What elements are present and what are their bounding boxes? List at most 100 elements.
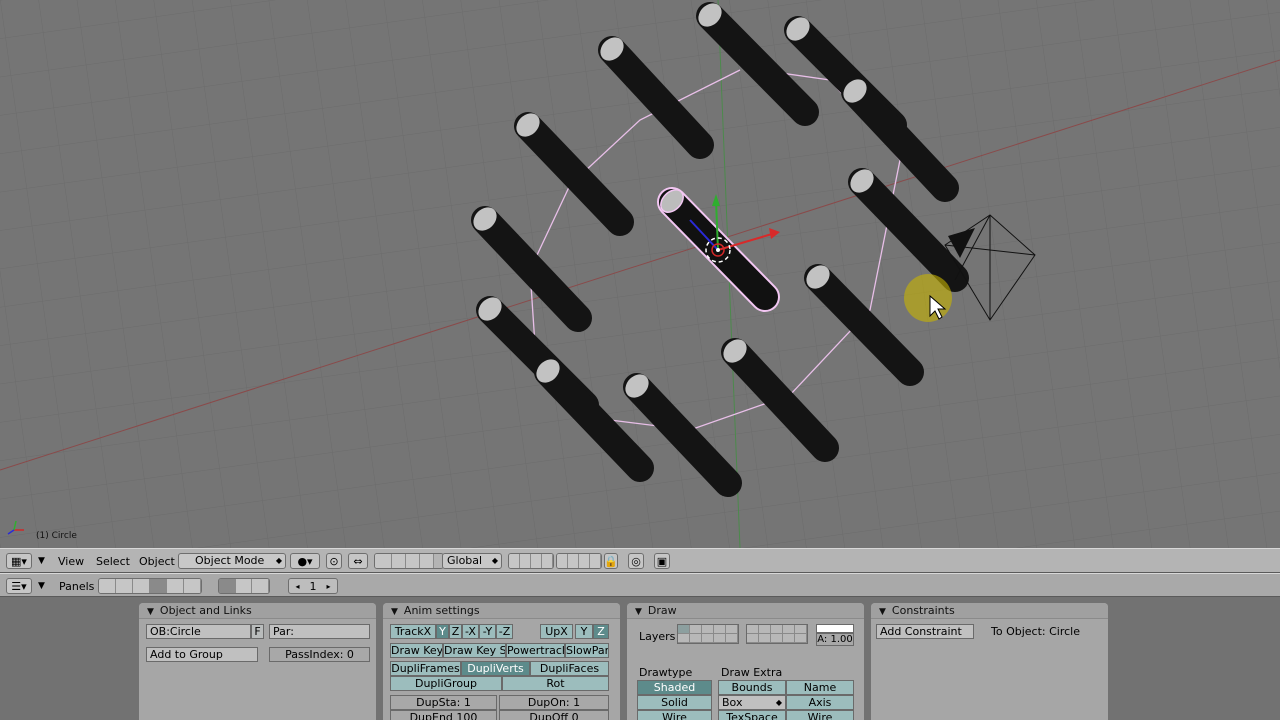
lock-icon[interactable]: 🔒: [604, 553, 618, 569]
add-constraint-button[interactable]: Add Constraint: [876, 624, 974, 639]
draw-key-sel-button[interactable]: Draw Key S: [443, 643, 506, 658]
up-axis-z[interactable]: Z: [593, 624, 609, 639]
layer-cell[interactable]: [783, 625, 795, 634]
layer-cell[interactable]: [726, 634, 738, 643]
mode-select[interactable]: Object Mode ◆: [178, 553, 286, 569]
layer-cell[interactable]: [690, 625, 702, 634]
wire-extra-button[interactable]: Wire: [786, 710, 854, 720]
track-axis-neg-y[interactable]: -Y: [479, 624, 496, 639]
dupli-rot-button[interactable]: Rot: [502, 676, 609, 691]
up-axis-x[interactable]: UpX: [540, 624, 573, 639]
sub-context-buttons[interactable]: [218, 578, 270, 594]
dupli-verts-button[interactable]: DupliVerts: [461, 661, 530, 676]
alpha-field[interactable]: A: 1.00: [816, 633, 854, 646]
editor-type-grid-icon[interactable]: ▦▾: [6, 553, 32, 569]
dupli-faces-button[interactable]: DupliFaces: [530, 661, 609, 676]
decrement-arrow-icon[interactable]: ◂: [295, 582, 299, 591]
layer-cell[interactable]: [747, 634, 759, 643]
panel-collapse-icon[interactable]: ▼: [635, 607, 642, 617]
layer-buttons-a[interactable]: [508, 553, 554, 569]
increment-arrow-icon[interactable]: ▸: [327, 582, 331, 591]
frame-number-field[interactable]: ◂ 1 ▸: [288, 578, 338, 594]
up-axis-y[interactable]: Y: [575, 624, 593, 639]
dup-sta-field[interactable]: DupSta: 1: [390, 695, 497, 710]
object-layers-b[interactable]: [746, 624, 808, 644]
logic-icon[interactable]: [99, 579, 116, 593]
layer-button[interactable]: [520, 554, 531, 568]
track-axis-z[interactable]: Z: [449, 624, 462, 639]
editor-type-buttons-icon[interactable]: ☰▾: [6, 578, 32, 594]
menu-view[interactable]: View: [58, 554, 84, 569]
track-axis-y[interactable]: Y: [436, 624, 449, 639]
rotate-icon[interactable]: [406, 554, 420, 568]
view-proportional-icon[interactable]: ◎: [628, 553, 644, 569]
layer-button[interactable]: [531, 554, 542, 568]
dupli-frames-button[interactable]: DupliFrames: [390, 661, 461, 676]
layer-cell[interactable]: [795, 634, 807, 643]
physics-icon[interactable]: [235, 579, 253, 593]
panel-header[interactable]: ▼ Constraints: [871, 603, 1108, 619]
bounds-button[interactable]: Bounds: [718, 680, 786, 695]
object-name-field[interactable]: OB:Circle: [146, 624, 251, 639]
layer-cell[interactable]: [783, 634, 795, 643]
editing-icon[interactable]: [167, 579, 184, 593]
layer-cell[interactable]: [759, 625, 771, 634]
scene-icon[interactable]: [184, 579, 201, 593]
track-axis-x[interactable]: TrackX: [390, 624, 436, 639]
layer-button[interactable]: [542, 554, 553, 568]
drawtype-solid[interactable]: Solid: [637, 695, 712, 710]
parent-field[interactable]: Par:: [269, 624, 370, 639]
layer-cell[interactable]: [678, 625, 690, 634]
layer-button[interactable]: [590, 554, 601, 568]
panel-header[interactable]: ▼ Object and Links: [139, 603, 376, 619]
3d-viewport[interactable]: (1) Circle: [0, 0, 1280, 548]
bounds-type-select[interactable]: Box ◆: [718, 695, 786, 710]
dup-off-field[interactable]: DupOff 0: [499, 710, 609, 720]
drawtype-wire[interactable]: Wire: [637, 710, 712, 720]
layer-cell[interactable]: [690, 634, 702, 643]
layer-cell[interactable]: [714, 634, 726, 643]
add-to-group-button[interactable]: Add to Group: [146, 647, 258, 662]
object-layers-a[interactable]: [677, 624, 739, 644]
shading-icon[interactable]: [133, 579, 150, 593]
snap-icon[interactable]: ⇔: [348, 553, 368, 569]
texspace-button[interactable]: TexSpace: [718, 710, 786, 720]
menu-select[interactable]: Select: [96, 554, 130, 569]
translate-icon[interactable]: [392, 554, 406, 568]
object-sub-icon[interactable]: [219, 579, 236, 593]
name-button[interactable]: Name: [786, 680, 854, 695]
pivot-icon[interactable]: ⊙: [326, 553, 342, 569]
menu-object[interactable]: Object: [139, 554, 175, 569]
layer-button[interactable]: [579, 554, 590, 568]
layer-cell[interactable]: [759, 634, 771, 643]
layer-cell[interactable]: [771, 634, 783, 643]
object-color-swatch[interactable]: [816, 624, 854, 633]
track-axis-neg-z[interactable]: -Z: [496, 624, 513, 639]
panel-collapse-icon[interactable]: ▼: [147, 607, 154, 617]
panel-collapse-icon[interactable]: ▼: [391, 607, 398, 617]
dup-on-field[interactable]: DupOn: 1: [499, 695, 609, 710]
fake-user-button[interactable]: F: [251, 624, 264, 639]
layer-cell[interactable]: [771, 625, 783, 634]
panels-menu[interactable]: Panels: [59, 579, 94, 594]
panel-header[interactable]: ▼ Draw: [627, 603, 864, 619]
track-axis-neg-x[interactable]: -X: [462, 624, 479, 639]
script-icon[interactable]: [116, 579, 133, 593]
pass-index-field[interactable]: PassIndex: 0: [269, 647, 370, 662]
context-buttons[interactable]: [98, 578, 202, 594]
draw-type-select[interactable]: ●▾: [290, 553, 320, 569]
collapse-arrow-icon[interactable]: ▼: [38, 579, 45, 594]
dup-end-field[interactable]: DupEnd 100: [390, 710, 497, 720]
layer-button[interactable]: [557, 554, 568, 568]
layer-cell[interactable]: [726, 625, 738, 634]
layer-cell[interactable]: [678, 634, 690, 643]
layer-cell[interactable]: [747, 625, 759, 634]
orientation-select[interactable]: Global ◆: [442, 553, 502, 569]
layer-button[interactable]: [509, 554, 520, 568]
object-icon[interactable]: [150, 579, 167, 593]
layer-buttons-b[interactable]: [556, 553, 602, 569]
hand-manipulator-icon[interactable]: [375, 554, 392, 568]
drawtype-shaded[interactable]: Shaded: [637, 680, 712, 695]
layer-cell[interactable]: [702, 634, 714, 643]
layer-button[interactable]: [568, 554, 579, 568]
